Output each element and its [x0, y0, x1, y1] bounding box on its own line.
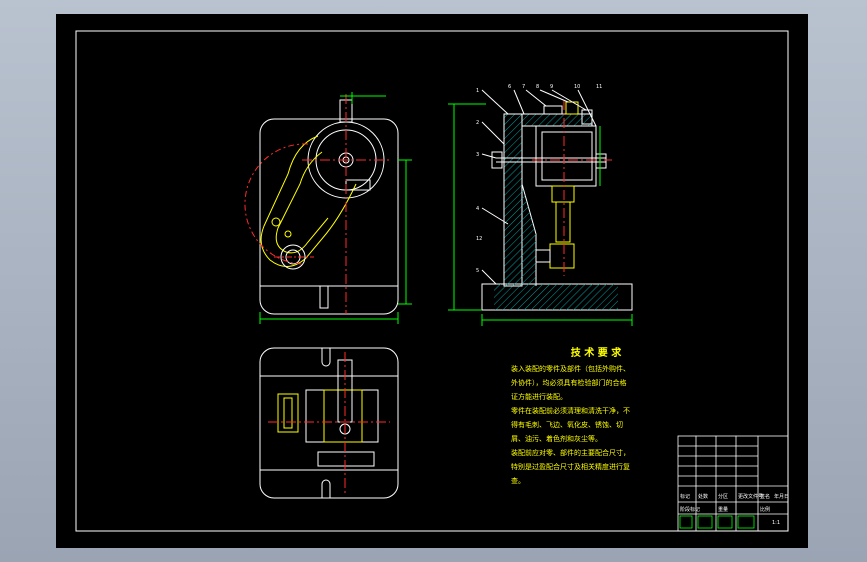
balloon-labels: 123456 7 8 9 10 1112 [476, 84, 602, 274]
balloon-number: 3 [476, 152, 479, 158]
top-base-plate [259, 347, 399, 499]
balloon-number: 11 [596, 84, 602, 90]
requirement-line-3: 装配前应对零、部件的主要配合尺寸，特别是过盈配合尺寸及相关精度进行复查。 [511, 449, 630, 485]
top-view [259, 347, 399, 499]
title-block-header-label: 分区 [718, 493, 728, 500]
requirement-line-1: 装入装配的零件及部件（包括外购件、外协件），均必须具有检验部门的合格证方能进行装… [511, 365, 630, 401]
balloon-number: 10 [574, 84, 580, 90]
front-base-plate [259, 118, 399, 315]
title-block-header-label: 处数 [698, 493, 708, 500]
title-block-scale: 1:1 [772, 520, 780, 526]
balloon-number: 4 [476, 206, 479, 212]
balloon-number: 2 [476, 120, 479, 126]
balloon-number: 8 [536, 84, 539, 90]
balloon-number: 5 [476, 268, 479, 274]
technical-requirements-title: 技 术 要 求 [570, 348, 622, 359]
title-block-header-label: 标记 [680, 493, 690, 500]
title-block-header-label: 签名 [760, 493, 770, 500]
cad-drawing: 标记 处数 分区 更改文件号签名 年月日阶段标记 重量 比例1:1 123456 7 8 9 10 1… [75, 30, 789, 532]
requirement-line-2: 零件在装配前必须清理和清洗干净，不得有毛刺、飞边、氧化皮、锈蚀、切屑、油污、着色… [511, 407, 630, 443]
balloon-number: 7 [522, 84, 525, 90]
balloon-number: 9 [550, 84, 553, 90]
balloon-number: 1 [476, 88, 479, 94]
front-view [244, 92, 412, 324]
technical-requirements-body: 装入装配的零件及部件（包括外购件、外协件），均必须具有检验部门的合格证方能进行装… [511, 362, 633, 488]
title-block [677, 435, 789, 532]
drawing-sheet: 标记 处数 分区 更改文件号 签名 年月日 阶段标记 重量 比例 1:1 1 2 3 4 5 6 7 8 9 10 1… [56, 14, 808, 548]
title-block-bottom-label: 阶段标记 [680, 506, 700, 513]
title-block-bottom-label: 重量 [718, 506, 728, 513]
balloon-number: 12 [476, 236, 482, 242]
side-bushing-housing [535, 125, 597, 187]
title-block-header-label: 年月日 [774, 493, 789, 500]
title-block-bottom-label: 比例 [760, 506, 770, 513]
balloon-number: 6 [508, 84, 511, 90]
side-upright [503, 113, 523, 287]
